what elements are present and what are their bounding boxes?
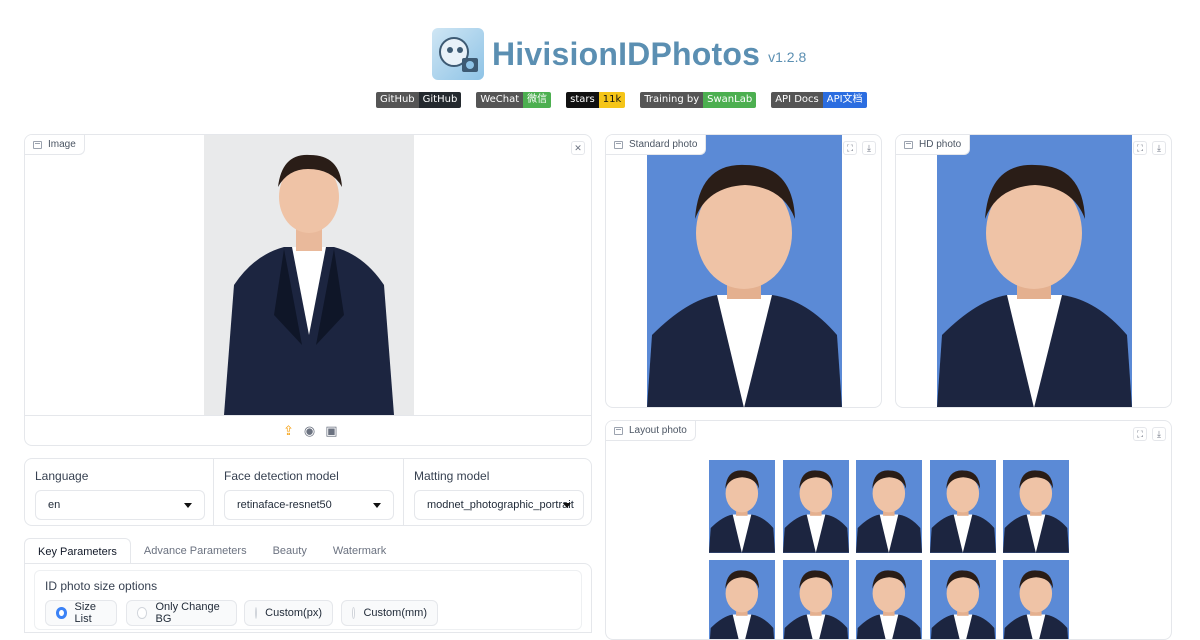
panel-label: HD photo: [896, 135, 971, 155]
badge-wechat[interactable]: WeChat 微信: [476, 92, 552, 108]
image-icon: [614, 140, 623, 149]
layout-grid: [709, 460, 1071, 639]
param-tabs: Key Parameters Advance Parameters Beauty…: [24, 538, 592, 564]
layout-thumbnail: [782, 560, 849, 639]
radio-label: Size List: [74, 601, 96, 625]
size-options-label: ID photo size options: [45, 579, 158, 593]
layout-photo-panel: Layout photo ⛶ ⤓: [605, 420, 1172, 640]
download-icon[interactable]: ⤓: [862, 141, 876, 155]
radio-dot: [352, 607, 356, 619]
language-select[interactable]: en: [35, 490, 205, 520]
matting-model-value: modnet_photographic_portrait: [427, 499, 574, 511]
layout-thumbnail: [782, 460, 849, 553]
standard-photo-panel: Standard photo ⛶ ⤓: [605, 134, 882, 408]
fullscreen-icon[interactable]: ⛶: [843, 141, 857, 155]
brand: HivisionIDPhotos v1.2.8: [432, 28, 806, 80]
chevron-down-icon: [373, 502, 381, 508]
badge-label: WeChat: [476, 92, 524, 108]
radio-custom-mm[interactable]: Custom(mm): [341, 600, 438, 626]
badge-stars[interactable]: stars 11k: [566, 92, 626, 108]
badge-value: GitHub: [418, 92, 462, 108]
source-toolbar: ⇪ ◉ ▣: [283, 423, 338, 439]
panel-label: Standard photo: [606, 135, 707, 155]
download-icon[interactable]: ⤓: [1152, 427, 1166, 441]
badge-api-docs[interactable]: API Docs API文档: [771, 92, 867, 108]
panel-label: Layout photo: [606, 421, 696, 441]
tab-watermark[interactable]: Watermark: [320, 538, 399, 564]
badge-value: SwanLab: [703, 92, 757, 108]
face-model-select[interactable]: retinaface-resnet50: [224, 490, 394, 520]
model-settings: Language en Face detection model retinaf…: [24, 458, 592, 526]
upload-icon[interactable]: ⇪: [283, 423, 294, 439]
layout-thumbnail: [1003, 560, 1069, 639]
badge-row: GitHub GitHub WeChat 微信 stars 11k Training …: [376, 92, 867, 108]
badge-label: API Docs: [771, 92, 823, 108]
badge-github[interactable]: GitHub GitHub: [376, 92, 462, 108]
radio-dot: [137, 607, 148, 619]
matting-model-select[interactable]: modnet_photographic_portrait: [414, 490, 584, 520]
language-value: en: [48, 499, 61, 511]
layout-thumbnail: [709, 560, 775, 639]
fullscreen-icon[interactable]: ⛶: [1133, 427, 1147, 441]
badge-value: 11k: [598, 92, 626, 108]
hd-photo-panel: HD photo ⛶ ⤓: [895, 134, 1172, 408]
standard-photo: [647, 135, 842, 407]
clipboard-icon[interactable]: ▣: [325, 423, 337, 439]
webcam-icon[interactable]: ◉: [304, 423, 315, 439]
badge-value: API文档: [822, 92, 867, 108]
radio-size-list[interactable]: Size List: [45, 600, 117, 626]
hd-photo: [937, 135, 1132, 407]
layout-thumbnail: [929, 460, 996, 553]
radio-custom-px[interactable]: Custom(px): [244, 600, 333, 626]
tab-advance-parameters[interactable]: Advance Parameters: [131, 538, 260, 564]
tab-beauty[interactable]: Beauty: [260, 538, 320, 564]
tab-key-parameters[interactable]: Key Parameters: [24, 538, 131, 564]
badge-label: stars: [566, 92, 599, 108]
input-image-panel[interactable]: Image ✕ ⇪ ◉ ▣: [24, 134, 592, 446]
divider: [213, 459, 214, 525]
face-model-value: retinaface-resnet50: [237, 499, 332, 511]
layout-thumbnail: [1003, 460, 1069, 553]
app-title: HivisionIDPhotos: [492, 35, 761, 72]
face-model-label: Face detection model: [224, 469, 339, 483]
download-icon[interactable]: ⤓: [1152, 141, 1166, 155]
panel-label-text: Layout photo: [629, 425, 687, 436]
layout-thumbnail: [856, 560, 922, 639]
chevron-down-icon: [563, 502, 571, 508]
close-icon[interactable]: ✕: [571, 141, 585, 155]
badge-label: GitHub: [376, 92, 419, 108]
radio-label: Custom(mm): [363, 607, 427, 619]
fullscreen-icon[interactable]: ⛶: [1133, 141, 1147, 155]
radio-label: Custom(px): [265, 607, 322, 619]
image-icon: [33, 140, 42, 149]
radio-only-change-bg[interactable]: Only Change BG: [126, 600, 237, 626]
radio-dot: [255, 607, 258, 619]
divider: [403, 459, 404, 525]
radio-dot: [56, 607, 67, 619]
image-icon: [904, 140, 913, 149]
input-photo: [204, 135, 414, 415]
chevron-down-icon: [184, 502, 192, 508]
image-icon: [614, 426, 623, 435]
layout-thumbnail: [709, 460, 775, 553]
app-header: HivisionIDPhotos v1.2.8 GitHub GitHub WeC…: [0, 0, 1200, 120]
logo-icon: [432, 28, 484, 80]
panel-label-text: Standard photo: [629, 139, 698, 150]
app-version: v1.2.8: [768, 49, 807, 65]
language-label: Language: [35, 469, 89, 483]
matting-model-label: Matting model: [414, 469, 490, 483]
divider: [25, 415, 591, 416]
layout-thumbnail: [929, 560, 996, 639]
radio-label: Only Change BG: [155, 601, 220, 625]
panel-label-text: Image: [48, 139, 76, 150]
badge-label: Training by: [640, 92, 704, 108]
panel-label-text: HD photo: [919, 139, 962, 150]
badge-value: 微信: [523, 92, 552, 108]
panel-label: Image: [25, 135, 85, 155]
badge-swanlab[interactable]: Training by SwanLab: [640, 92, 757, 108]
layout-thumbnail: [856, 460, 922, 553]
